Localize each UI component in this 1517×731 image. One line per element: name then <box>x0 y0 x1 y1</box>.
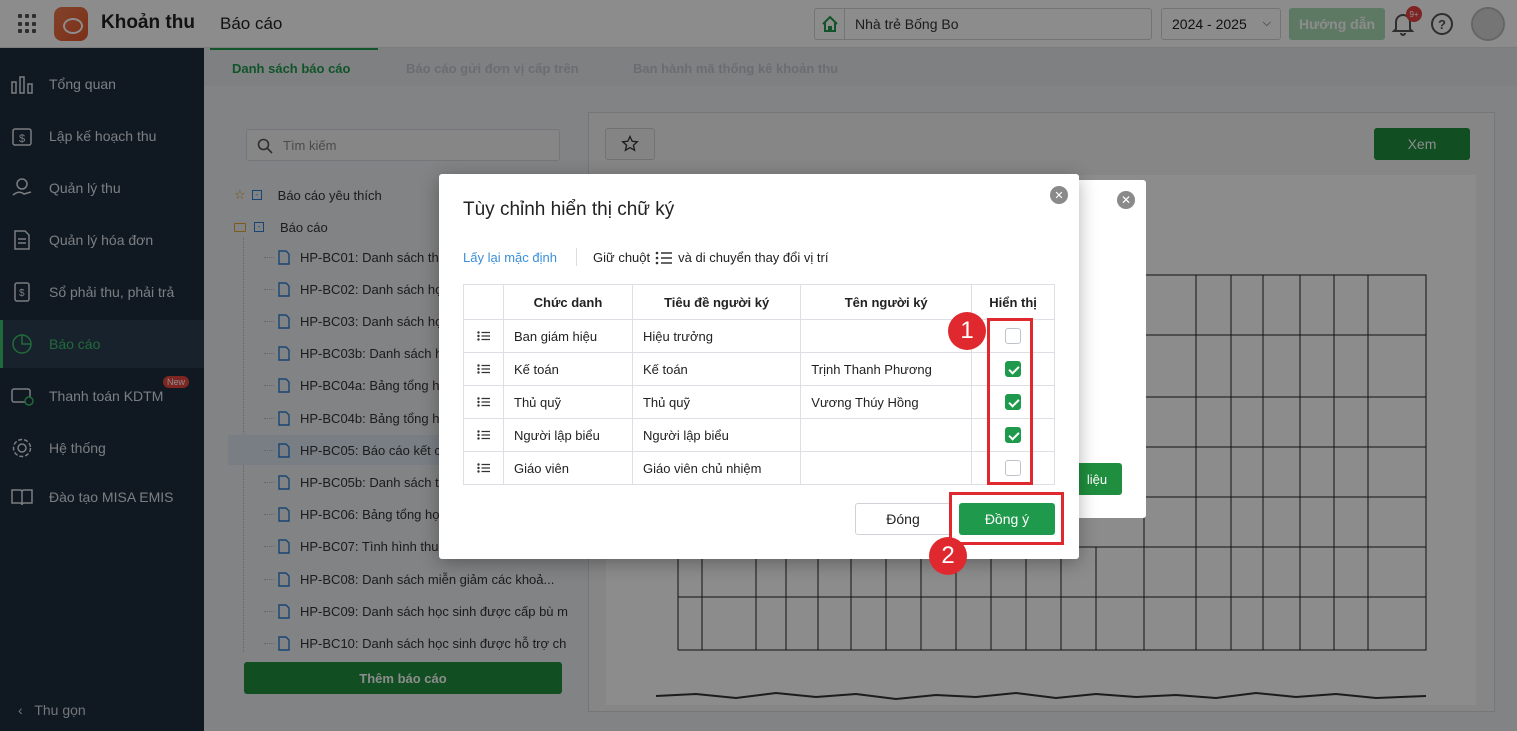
table-row[interactable]: Người lập biểu Người lập biểu <box>463 418 1055 452</box>
signer-title-cell[interactable]: Thủ quỹ <box>631 385 802 419</box>
drag-handle[interactable] <box>463 319 504 353</box>
table-row[interactable]: Thủ quỹ Thủ quỹ Vương Thúy Hồng <box>463 385 1055 419</box>
signer-name-cell[interactable] <box>800 418 973 452</box>
column-header: Tiêu đề người ký <box>631 284 802 320</box>
list-drag-icon <box>655 251 673 264</box>
column-header: Tên người ký <box>800 284 973 320</box>
highlight-confirm-button <box>949 492 1064 545</box>
list-drag-icon <box>476 330 490 341</box>
signer-name-cell[interactable]: Vương Thúy Hồng <box>800 385 973 419</box>
role-cell: Ban giám hiệu <box>503 319 633 353</box>
signer-name-cell[interactable] <box>800 319 973 353</box>
hint-text: và di chuyển thay đổi vị trí <box>678 250 829 265</box>
highlight-show-column <box>987 318 1033 485</box>
list-drag-icon <box>476 462 490 473</box>
step-marker-1: 1 <box>948 312 986 350</box>
role-cell: Thủ quỹ <box>503 385 633 419</box>
close-button[interactable]: Đóng <box>855 503 951 535</box>
hint-text: Giữ chuột <box>593 250 651 265</box>
table-row[interactable]: Giáo viên Giáo viên chủ nhiệm <box>463 451 1055 485</box>
drag-column-header <box>463 284 504 320</box>
signer-name-cell[interactable]: Trịnh Thanh Phương <box>800 352 973 386</box>
table-row[interactable]: Kế toán Kế toán Trịnh Thanh Phương <box>463 352 1055 386</box>
background-dialog-button[interactable]: liệu <box>1072 463 1122 495</box>
close-icon[interactable]: ✕ <box>1117 191 1135 209</box>
list-drag-icon <box>476 396 490 407</box>
reset-default-link[interactable]: Lấy lại mặc định <box>463 250 557 265</box>
close-icon[interactable]: ✕ <box>1050 186 1068 204</box>
drag-handle[interactable] <box>463 352 504 386</box>
signer-name-cell[interactable] <box>800 451 973 485</box>
role-cell: Người lập biểu <box>503 418 633 452</box>
role-cell: Giáo viên <box>503 451 633 485</box>
divider <box>576 248 577 266</box>
step-marker-2: 2 <box>929 537 967 575</box>
drag-handle[interactable] <box>463 385 504 419</box>
dialog-title: Tùy chỉnh hiển thị chữ ký <box>463 199 675 220</box>
drag-handle[interactable] <box>463 451 504 485</box>
role-cell: Kế toán <box>503 352 633 386</box>
signer-title-cell[interactable]: Người lập biểu <box>631 418 802 452</box>
signer-title-cell[interactable]: Kế toán <box>631 352 802 386</box>
signer-title-cell[interactable]: Hiệu trưởng <box>631 319 802 353</box>
column-header: Chức danh <box>503 284 633 320</box>
list-drag-icon <box>476 363 490 374</box>
signer-title-cell[interactable]: Giáo viên chủ nhiệm <box>631 451 802 485</box>
list-drag-icon <box>476 429 490 440</box>
drag-handle[interactable] <box>463 418 504 452</box>
column-header: Hiển thị <box>971 284 1055 320</box>
drag-hint: Giữ chuột và di chuyển thay đổi vị trí <box>593 250 828 265</box>
